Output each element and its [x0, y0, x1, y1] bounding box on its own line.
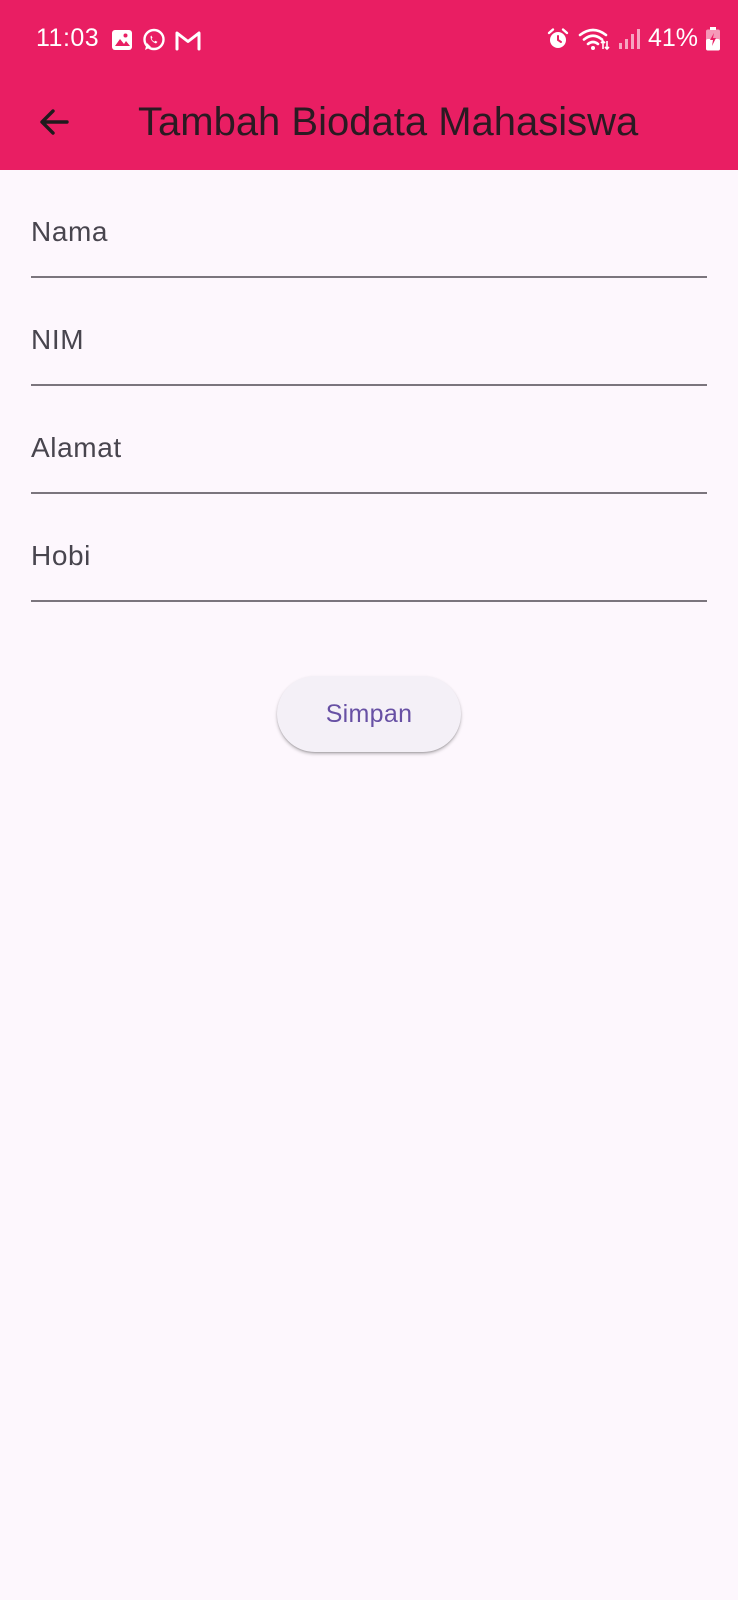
battery-percentage: 41%: [647, 24, 698, 52]
whatsapp-icon: [141, 27, 167, 53]
nim-field[interactable]: NIM: [31, 278, 707, 386]
gmail-icon: [174, 28, 202, 52]
alamat-field[interactable]: Alamat: [31, 386, 707, 494]
nama-field[interactable]: Nama: [31, 170, 707, 278]
status-time: 11:03: [36, 24, 100, 52]
biodata-form: Nama NIM Alamat Hobi: [31, 170, 707, 602]
status-bar: 11:03 41%: [0, 0, 738, 80]
gallery-icon: [110, 28, 134, 52]
signal-icon: [618, 28, 640, 50]
simpan-button[interactable]: Simpan: [277, 676, 461, 752]
submit-container: Simpan: [0, 676, 738, 752]
status-notification-icons: [110, 27, 202, 53]
alarm-icon: [546, 27, 570, 51]
status-system-icons: 41%: [546, 24, 720, 53]
app-bar: Tambah Biodata Mahasiswa: [0, 80, 738, 170]
arrow-back-icon: [36, 104, 72, 140]
hobi-field[interactable]: Hobi: [31, 494, 707, 602]
wifi-icon: [578, 27, 610, 51]
back-button[interactable]: [24, 92, 84, 152]
page-title: Tambah Biodata Mahasiswa: [138, 100, 639, 144]
battery-charging-icon: [706, 26, 720, 51]
